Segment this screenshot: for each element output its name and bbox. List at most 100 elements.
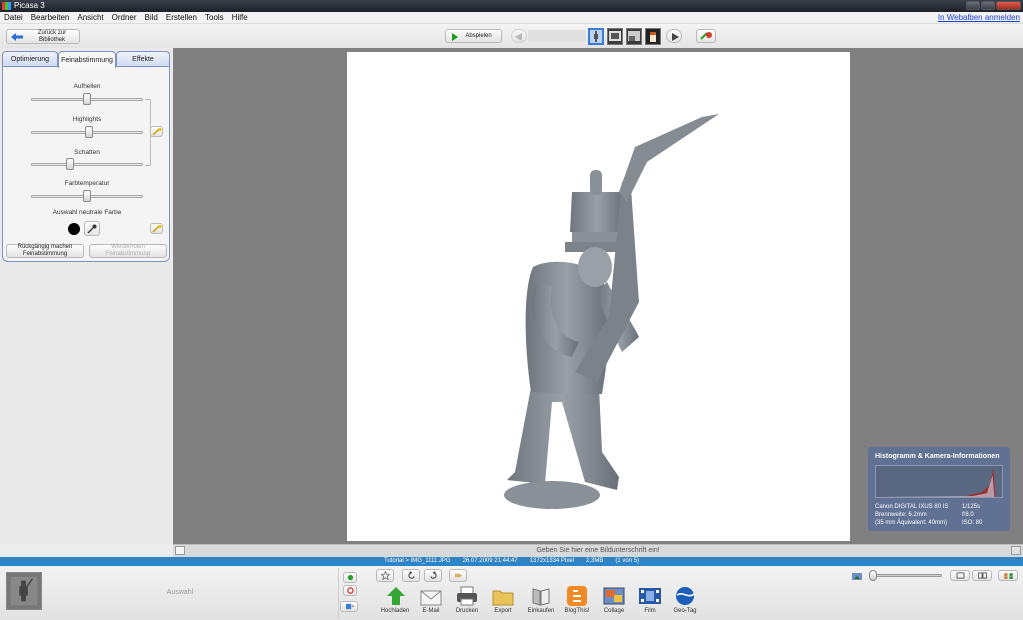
email-icon[interactable]	[419, 585, 443, 607]
tab-effekte[interactable]: Effekte	[116, 51, 170, 67]
next-photo-button[interactable]	[666, 29, 682, 43]
previous-photo-button[interactable]	[511, 29, 527, 43]
tool-label-export[interactable]: Export	[483, 608, 523, 614]
histogram-graph	[875, 465, 1003, 498]
album-icon	[345, 603, 354, 610]
filmstrip-thumb[interactable]	[607, 28, 623, 45]
menu-erstellen[interactable]: Erstellen	[166, 13, 197, 22]
tag-button[interactable]	[449, 569, 467, 582]
blogger-icon[interactable]	[565, 585, 589, 607]
folder-export-icon[interactable]	[491, 585, 515, 607]
film-icon[interactable]	[638, 585, 662, 607]
clear-button[interactable]	[343, 585, 357, 596]
tool-label-collage[interactable]: Collage	[594, 608, 634, 614]
slider-track-schatten[interactable]	[31, 163, 143, 166]
view-compare-button[interactable]	[972, 570, 992, 581]
arrow-left-icon	[515, 33, 522, 41]
tool-label-einkaufen[interactable]: Einkaufen	[521, 608, 561, 614]
close-button[interactable]	[996, 1, 1021, 10]
tray-divider	[338, 568, 339, 618]
album-button[interactable]	[340, 601, 358, 612]
menu-bearbeiten[interactable]: Bearbeiten	[31, 13, 70, 22]
tool-label-hochladen[interactable]: Hochladen	[375, 608, 415, 614]
neutral-color-swatch[interactable]	[68, 223, 80, 235]
focal-length: Brennweite: 6.2mm	[875, 512, 927, 518]
geotag-globe-icon[interactable]	[673, 585, 697, 607]
back-to-library-button[interactable]: Zurück zur Bibliothek	[6, 29, 80, 44]
caption-toggle-right[interactable]	[1011, 546, 1021, 555]
edit-icon	[700, 32, 712, 40]
menu-datei[interactable]: Datei	[4, 13, 23, 22]
tab-feinabstimmung[interactable]: Feinabstimmung	[58, 51, 116, 68]
hold-button[interactable]	[343, 572, 357, 583]
status-path: Tutorial > IMG_1111.JPG	[383, 558, 451, 564]
upload-icon[interactable]	[384, 585, 408, 607]
people-button[interactable]	[998, 570, 1018, 581]
status-date: 26.07.2009 21:44:47	[462, 558, 518, 564]
rotate-left-button[interactable]	[402, 569, 420, 582]
status-bar: Tutorial > IMG_1111.JPG 26.07.2009 21:44:…	[0, 557, 1023, 566]
filmstrip-thumb[interactable]	[645, 28, 661, 45]
slideshow-play-button[interactable]: Abspielen	[445, 29, 502, 43]
collage-icon[interactable]	[602, 585, 626, 607]
filmstrip-track	[528, 30, 586, 42]
iso-value: ISO: 80	[962, 520, 983, 526]
web-albums-login-link[interactable]: In Webalben anmelden	[938, 13, 1020, 22]
menu-hilfe[interactable]: Hilfe	[232, 13, 248, 22]
slider-knob-aufhellen[interactable]	[83, 93, 91, 105]
tool-label-film[interactable]: Film	[630, 608, 670, 614]
status-filesize: 2,3MB	[586, 558, 604, 564]
back-label: Zurück zur Bibliothek	[37, 29, 67, 43]
tool-label-email[interactable]: E-Mail	[411, 608, 451, 614]
undo-tuning-button[interactable]: Rückgängig machen Feinabstimmung	[6, 244, 84, 258]
shop-icon[interactable]	[529, 585, 553, 607]
edit-tools-button[interactable]	[696, 29, 716, 43]
selection-label: Auswahl	[166, 589, 194, 596]
tab-optimierung[interactable]: Optimierung	[2, 51, 58, 67]
filmstrip-thumb[interactable]	[588, 28, 604, 45]
rotate-right-button[interactable]	[424, 569, 442, 582]
soldier-figure-photo	[504, 114, 719, 509]
tool-label-drucken[interactable]: Drucken	[447, 608, 487, 614]
menu-ordner[interactable]: Ordner	[112, 13, 137, 22]
screenshot-thumbnail-icon	[609, 31, 621, 41]
color-picker-button[interactable]	[84, 221, 100, 236]
magic-wand-icon	[151, 127, 161, 136]
rotate-right-icon	[429, 571, 437, 579]
zoom-slider-track[interactable]	[870, 574, 942, 577]
filmstrip-thumb[interactable]	[626, 28, 642, 45]
soldier-thumbnail-icon	[594, 31, 598, 42]
photo-canvas[interactable]	[347, 52, 850, 541]
histogram-panel: Histogramm & Kamera-Informationen Canon …	[868, 447, 1010, 531]
pin-icon	[347, 574, 353, 581]
eyedropper-icon	[87, 224, 97, 233]
redo-tuning-button[interactable]: Wiederholen Feinabstimmung	[89, 244, 167, 258]
arrow-right-icon	[672, 33, 679, 41]
maximize-button[interactable]	[981, 1, 995, 10]
play-icon	[452, 33, 458, 41]
star-button[interactable]	[376, 569, 394, 582]
minimize-button[interactable]	[966, 1, 980, 10]
slider-knob-schatten[interactable]	[66, 158, 75, 170]
auto-color-button[interactable]	[150, 223, 163, 234]
compare-view-icon	[977, 572, 987, 579]
zoom-slider-knob[interactable]	[869, 570, 877, 581]
soldier-thumbnail-icon	[10, 576, 38, 606]
tool-label-geotag[interactable]: Geo-Tag	[665, 608, 705, 614]
view-single-button[interactable]	[950, 570, 970, 581]
menu-tools[interactable]: Tools	[205, 13, 224, 22]
menu-ansicht[interactable]: Ansicht	[77, 13, 103, 22]
caption-input[interactable]: Geben Sie hier eine Bildunterschrift ein…	[173, 545, 1023, 556]
neutral-color-label: Auswahl neutrale Farbe	[52, 209, 122, 216]
selection-thumbnail[interactable]	[6, 572, 42, 610]
star-icon	[380, 571, 390, 580]
auto-tone-button[interactable]	[150, 126, 163, 137]
histogram-title: Histogramm & Kamera-Informationen	[875, 453, 1000, 460]
edit-tabs: Optimierung Feinabstimmung Effekte	[2, 51, 170, 68]
slider-knob-highlights[interactable]	[85, 126, 94, 138]
menu-bild[interactable]: Bild	[145, 13, 158, 22]
slider-knob-farbtemperatur[interactable]	[83, 190, 91, 202]
tool-label-blogthis[interactable]: BlogThis!	[557, 608, 597, 614]
printer-icon[interactable]	[455, 585, 479, 607]
app-icon	[2, 2, 11, 10]
